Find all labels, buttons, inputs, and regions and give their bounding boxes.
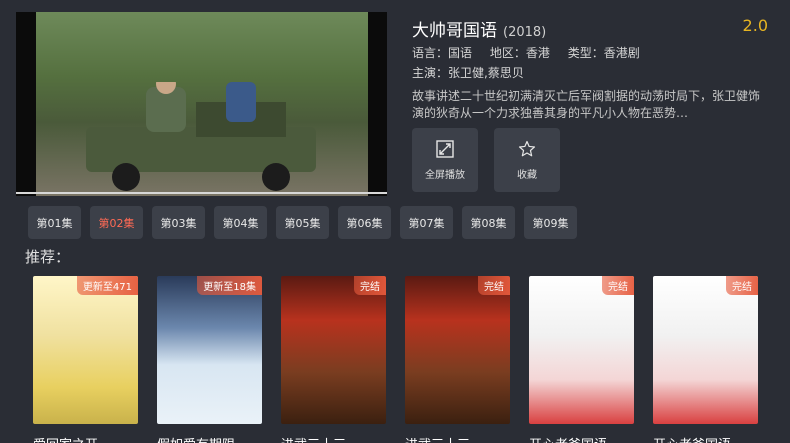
poster-title: 进武三十三 <box>281 434 386 443</box>
recommend-label: 推荐： <box>25 248 71 266</box>
fullscreen-button[interactable]: 全屏播放 <box>412 128 478 192</box>
recommend-card[interactable]: 完结 开心老爸国语 <box>529 276 634 443</box>
recommend-card[interactable]: 更新至18集 假如爱有期限 <box>157 276 262 443</box>
expand-icon <box>436 139 454 158</box>
poster-image: 完结 <box>653 276 758 424</box>
poster-image: 更新至18集 <box>157 276 262 424</box>
episode-button[interactable]: 第08集 <box>462 206 515 239</box>
status-badge: 完结 <box>354 276 386 295</box>
recommend-card[interactable]: 完结 进武三十三 <box>281 276 386 443</box>
recommend-list: 更新至471 爱回家之开 更新至18集 假如爱有期限 完结 进武三十三 完结 进… <box>33 276 758 443</box>
poster-title: 爱回家之开 <box>33 434 138 443</box>
episode-button[interactable]: 第05集 <box>276 206 329 239</box>
favorite-label: 收藏 <box>517 169 537 181</box>
poster-title: 假如爱有期限 <box>157 434 262 443</box>
status-badge: 完结 <box>602 276 634 295</box>
show-title: 大帅哥国语 <box>412 21 497 41</box>
detail-header: 大帅哥国语 (2018) 2.0 <box>412 16 768 41</box>
favorite-button[interactable]: 收藏 <box>494 128 560 192</box>
fullscreen-label: 全屏播放 <box>425 169 465 181</box>
video-frame <box>36 12 368 196</box>
poster-title: 开心老爸国语 <box>653 434 758 443</box>
status-badge: 完结 <box>726 276 758 295</box>
category: 类型：香港剧 <box>567 46 640 60</box>
description: 故事讲述二十世纪初满清灭亡后军阀割据的动荡时局下，张卫健饰演的狄奇从一个力求独善… <box>412 89 761 120</box>
poster-image: 完结 <box>281 276 386 424</box>
star-icon <box>518 140 536 156</box>
episode-button[interactable]: 第07集 <box>400 206 453 239</box>
poster-image: 完结 <box>529 276 634 424</box>
region: 地区：香港 <box>489 46 550 60</box>
status-badge: 更新至471 <box>76 276 138 295</box>
show-year: (2018) <box>503 25 547 40</box>
episode-button[interactable]: 第04集 <box>214 206 267 239</box>
episode-list: 第01集 第02集 第03集 第04集 第05集 第06集 第07集 第08集 … <box>28 206 577 240</box>
status-badge: 更新至18集 <box>197 276 262 295</box>
score: 2.0 <box>742 16 768 35</box>
meta-row: 语言：国语 地区：香港 类型：香港剧 <box>412 44 654 61</box>
progress-bar[interactable] <box>16 192 387 194</box>
episode-button[interactable]: 第06集 <box>338 206 391 239</box>
recommend-card[interactable]: 更新至471 爱回家之开 <box>33 276 138 443</box>
cast-row: 主演：张卫健,蔡思贝 <box>412 64 538 81</box>
language: 语言：国语 <box>412 46 473 60</box>
recommend-card[interactable]: 完结 开心老爸国语 <box>653 276 758 443</box>
video-player[interactable] <box>16 12 387 196</box>
recommend-card[interactable]: 完结 进武三十三 <box>405 276 510 443</box>
status-badge: 完结 <box>478 276 510 295</box>
poster-image: 更新至471 <box>33 276 138 424</box>
poster-title: 进武三十三 <box>405 434 510 443</box>
episode-button[interactable]: 第01集 <box>28 206 81 239</box>
episode-button[interactable]: 第09集 <box>524 206 577 239</box>
episode-button-active[interactable]: 第02集 <box>90 206 143 239</box>
poster-title: 开心老爸国语 <box>529 434 634 443</box>
episode-button[interactable]: 第03集 <box>152 206 205 239</box>
poster-image: 完结 <box>405 276 510 424</box>
cast: 主演：张卫健,蔡思贝 <box>412 66 524 80</box>
jeep-scene-image <box>86 82 316 191</box>
